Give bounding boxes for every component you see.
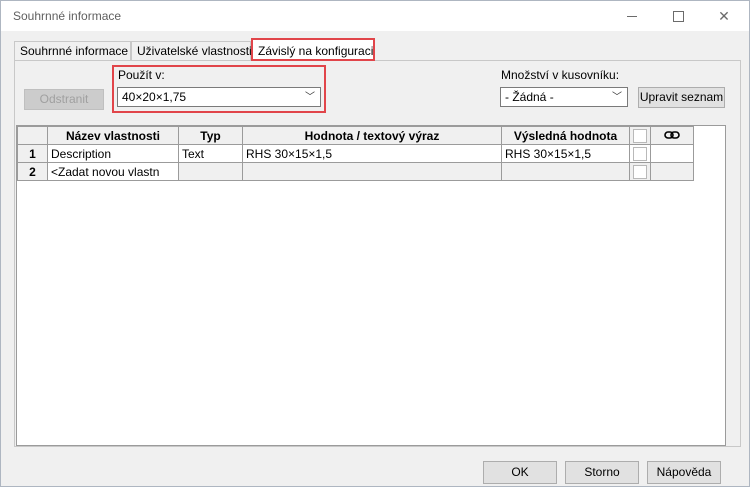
property-checkbox-cell[interactable] <box>629 162 651 181</box>
property-result-cell: RHS 30×15×1,5 <box>501 144 630 163</box>
property-type-cell[interactable] <box>178 162 243 181</box>
property-name-cell[interactable]: Description <box>47 144 179 163</box>
table-header-row: Název vlastnosti Typ Hodnota / textový v… <box>17 126 694 145</box>
column-header-result[interactable]: Výsledná hodnota <box>501 126 630 145</box>
property-result-cell <box>501 162 630 181</box>
table-row[interactable]: 2 <Zadat novou vlastn <box>17 162 694 181</box>
column-header-checkbox[interactable] <box>629 126 651 145</box>
corner-header-cell[interactable] <box>17 126 48 145</box>
ok-button[interactable]: OK <box>483 461 557 484</box>
minimize-button[interactable] <box>609 1 655 31</box>
tab-summary[interactable]: Souhrnné informace <box>14 41 131 60</box>
property-checkbox-cell[interactable] <box>629 144 651 163</box>
properties-table: Název vlastnosti Typ Hodnota / textový v… <box>17 126 694 181</box>
chevron-down-icon: ﹀ <box>305 92 315 103</box>
row-number[interactable]: 1 <box>17 144 48 163</box>
used-in-select[interactable]: 40×20×1,75 ﹀ <box>117 87 321 107</box>
link-icon <box>664 130 680 139</box>
remove-button[interactable]: Odstranit <box>24 89 104 110</box>
property-link-cell <box>650 162 694 181</box>
dialog-window: Souhrnné informace ✕ Souhrnné informace … <box>0 0 750 487</box>
header-checkbox[interactable] <box>633 128 647 143</box>
column-header-link[interactable] <box>650 126 694 145</box>
maximize-icon <box>672 10 684 22</box>
column-header-value[interactable]: Hodnota / textový výraz <box>242 126 502 145</box>
used-in-label: Použít v: <box>118 68 165 82</box>
row-checkbox[interactable] <box>633 164 647 179</box>
tab-custom-properties[interactable]: Uživatelské vlastnosti <box>131 41 252 60</box>
minimize-icon <box>627 15 637 17</box>
bom-quantity-select[interactable]: - Žádná - ﹀ <box>500 87 628 107</box>
close-icon: ✕ <box>718 7 730 24</box>
cancel-button[interactable]: Storno <box>565 461 639 484</box>
bom-quantity-label: Množství v kusovníku: <box>501 68 620 82</box>
column-header-type[interactable]: Typ <box>178 126 243 145</box>
tab-configuration-specific[interactable]: Závislý na konfiguraci <box>251 38 375 61</box>
row-checkbox[interactable] <box>633 146 647 161</box>
property-link-cell <box>650 144 694 163</box>
window-title: Souhrnné informace <box>13 9 122 23</box>
row-number[interactable]: 2 <box>17 162 48 181</box>
title-bar: Souhrnné informace ✕ <box>1 1 749 31</box>
maximize-button[interactable] <box>655 1 701 31</box>
bom-quantity-value: - Žádná - <box>505 90 554 104</box>
new-property-cell[interactable]: <Zadat novou vlastn <box>47 162 179 181</box>
property-value-cell[interactable] <box>242 162 502 181</box>
properties-grid: Název vlastnosti Typ Hodnota / textový v… <box>16 125 726 446</box>
property-value-cell[interactable]: RHS 30×15×1,5 <box>242 144 502 163</box>
property-type-cell[interactable]: Text <box>178 144 243 163</box>
used-in-value: 40×20×1,75 <box>122 90 187 104</box>
edit-list-button[interactable]: Upravit seznam <box>638 87 725 108</box>
column-header-name[interactable]: Název vlastnosti <box>47 126 179 145</box>
help-button[interactable]: Nápověda <box>647 461 721 484</box>
table-row[interactable]: 1 Description Text RHS 30×15×1,5 RHS 30×… <box>17 144 694 163</box>
chevron-down-icon: ﹀ <box>612 92 622 103</box>
close-button[interactable]: ✕ <box>701 1 747 31</box>
